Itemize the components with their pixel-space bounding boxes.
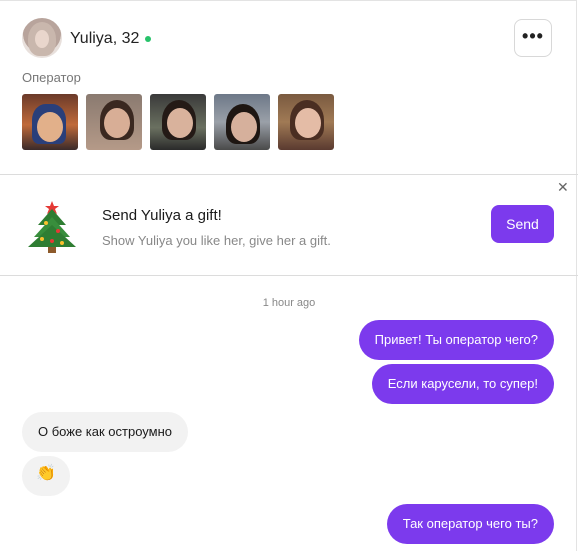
gallery-photo-2[interactable] <box>86 94 142 150</box>
gift-banner: ✕ Send Yuliya a gift! Show Yuliya you li… <box>0 175 578 276</box>
gallery-photo-1[interactable] <box>22 94 78 150</box>
christmas-tree-icon <box>28 201 76 253</box>
close-icon[interactable]: ✕ <box>557 179 569 196</box>
profile-name[interactable]: Yuliya, 32 <box>70 30 139 48</box>
profile-role: Оператор <box>22 70 81 85</box>
gift-subtitle: Show Yuliya you like her, give her a gif… <box>102 233 331 248</box>
message-outgoing: Если карусели, то супер! <box>371 364 554 404</box>
message-incoming-emoji: 👏 <box>22 456 70 496</box>
more-horizontal-icon: ••• <box>522 26 544 46</box>
gallery-photo-5[interactable] <box>278 94 334 150</box>
message-incoming: О боже как остроумно <box>22 412 188 452</box>
online-status-dot <box>145 36 151 42</box>
message-outgoing: Привет! Ты оператор чего? <box>358 320 554 360</box>
more-options-button[interactable]: ••• <box>514 19 552 57</box>
message-outgoing: Так оператор чего ты? <box>386 504 554 544</box>
send-gift-button[interactable]: Send <box>491 205 554 243</box>
gift-title: Send Yuliya a gift! <box>102 207 222 224</box>
avatar[interactable] <box>22 18 62 58</box>
gallery-photo-3[interactable] <box>150 94 206 150</box>
profile-header: Yuliya, 32 ••• Оператор <box>0 0 578 175</box>
message-timestamp: 1 hour ago <box>262 297 316 309</box>
gallery-photo-4[interactable] <box>214 94 270 150</box>
